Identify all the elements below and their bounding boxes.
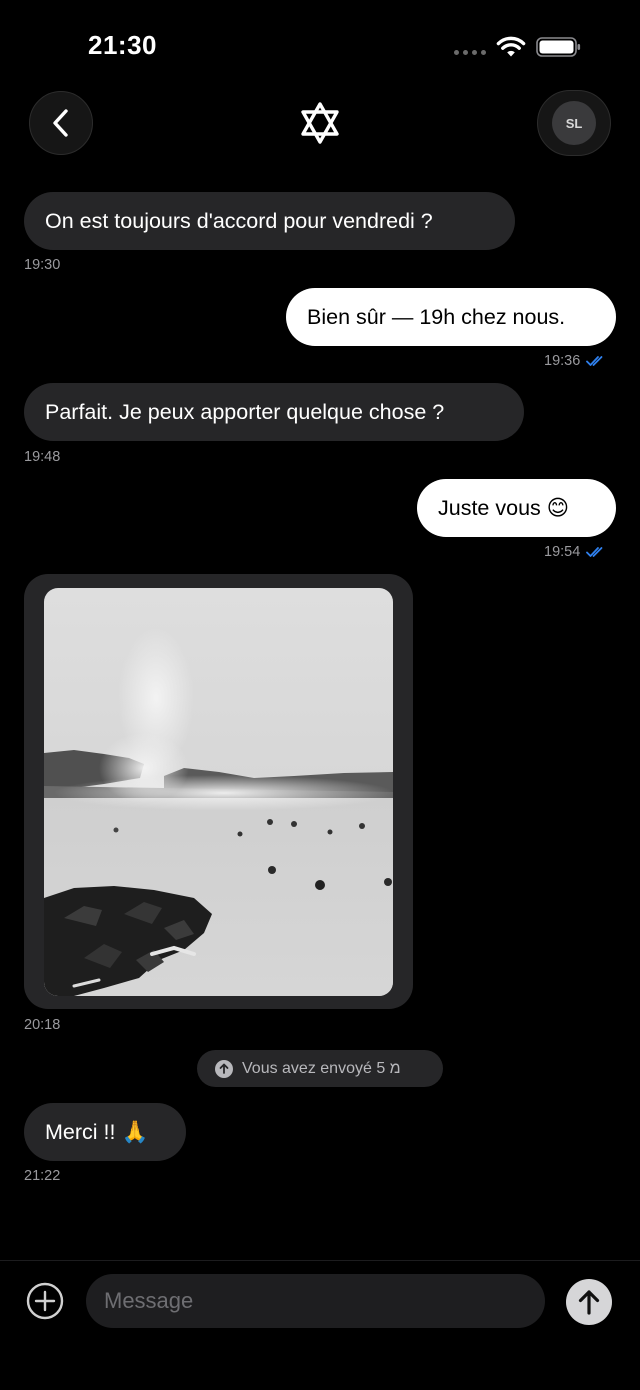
message-bubble-incoming[interactable]: Parfait. Je peux apporter quelque chose … xyxy=(24,383,524,441)
message-timestamp: 19:30 xyxy=(24,257,61,273)
read-receipt-icon xyxy=(586,547,603,557)
message-meta: 19:36 xyxy=(544,353,606,369)
message-text: On est toujours d'accord pour vendredi ? xyxy=(45,208,433,233)
plus-circle-icon[interactable] xyxy=(26,1282,64,1320)
chevron-left-icon xyxy=(53,109,68,137)
message-timestamp: 20:18 xyxy=(24,1017,61,1033)
read-receipt-icon xyxy=(586,356,603,366)
wifi-icon xyxy=(496,36,526,57)
message-bubble-outgoing[interactable]: Juste vous 😊 xyxy=(417,479,616,537)
message-bubble-incoming[interactable]: On est toujours d'accord pour vendredi ? xyxy=(24,192,515,250)
star-of-david-icon xyxy=(301,102,339,144)
message-bubble-outgoing[interactable]: Bien sûr — 19h chez nous. xyxy=(286,288,616,346)
cellular-signal-icon xyxy=(454,50,486,55)
message-text: Merci !! 🙏 xyxy=(45,1119,149,1144)
contact-avatar-button[interactable]: SL xyxy=(537,90,611,156)
arrow-up-circle-icon xyxy=(215,1059,233,1078)
message-bubble-image[interactable] xyxy=(24,574,413,1009)
arrow-up-icon xyxy=(578,1290,600,1315)
message-timestamp: 21:22 xyxy=(24,1168,61,1184)
sent-notice-pill: Vous avez envoyé 5 מ xyxy=(197,1050,443,1087)
lagoon-photo xyxy=(44,588,393,996)
message-input[interactable] xyxy=(86,1274,545,1328)
message-text: Juste vous 😊 xyxy=(438,495,570,520)
status-time: 21:30 xyxy=(88,30,157,60)
sent-notice-text: Vous avez envoyé 5 מ xyxy=(242,1059,401,1077)
composer-divider xyxy=(0,1260,640,1261)
battery-icon xyxy=(536,37,581,57)
send-button[interactable] xyxy=(566,1279,612,1325)
message-text: Bien sûr — 19h chez nous. xyxy=(307,304,566,329)
message-meta: 19:54 xyxy=(544,544,606,560)
message-timestamp: 19:54 xyxy=(544,544,581,560)
photo-attachment[interactable] xyxy=(44,588,393,996)
avatar: SL xyxy=(552,101,596,145)
message-bubble-incoming[interactable]: Merci !! 🙏 xyxy=(24,1103,186,1161)
message-timestamp: 19:48 xyxy=(24,449,61,465)
message-timestamp: 19:36 xyxy=(544,353,581,369)
message-text: Parfait. Je peux apporter quelque chose … xyxy=(45,399,445,424)
back-button[interactable] xyxy=(29,91,93,155)
